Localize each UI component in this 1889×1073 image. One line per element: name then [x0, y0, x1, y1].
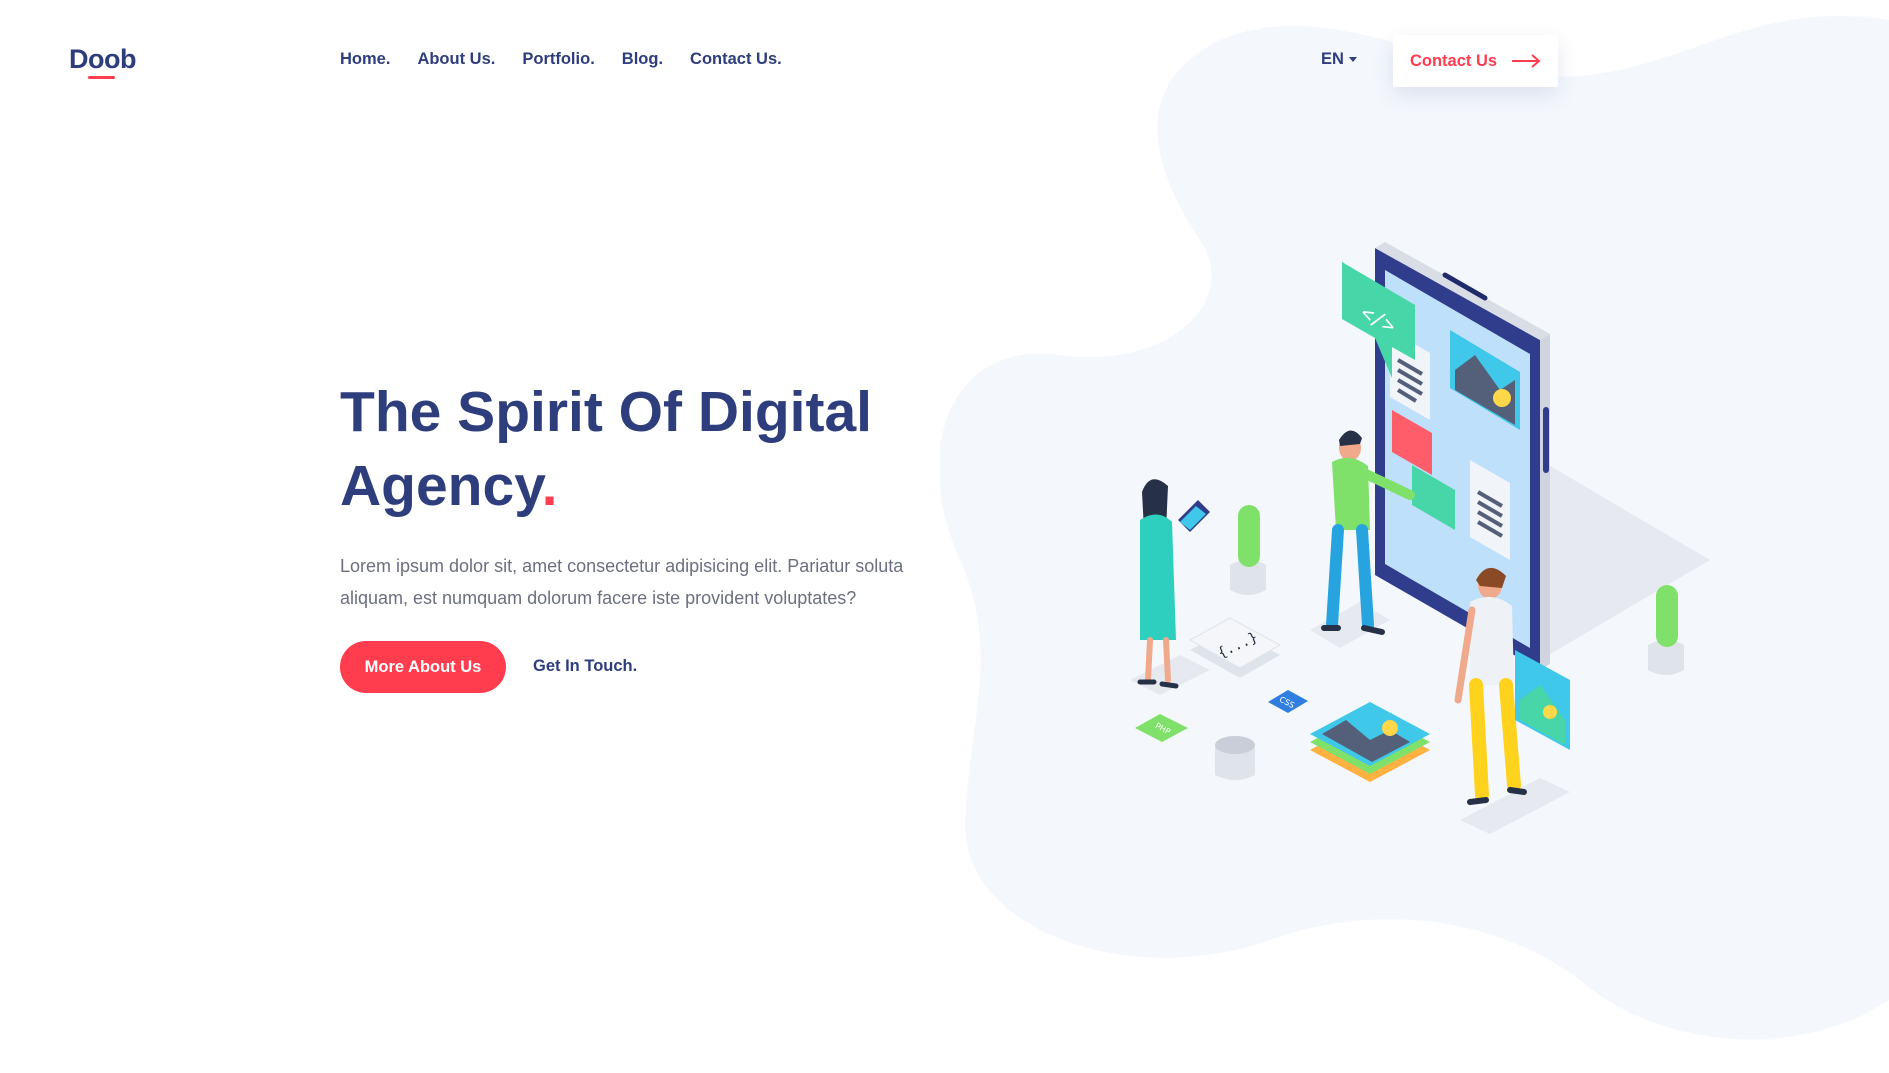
get-in-touch-link[interactable]: Get In Touch.	[533, 657, 637, 676]
cylinder-illustration	[1215, 736, 1255, 780]
more-about-us-button[interactable]: More About Us	[340, 641, 506, 693]
plant-left	[1230, 505, 1266, 595]
site-header: Doob Home. About Us. Portfolio. Blog. Co…	[0, 0, 1889, 122]
css-tag-illustration: CSS	[1268, 690, 1308, 713]
language-label: EN	[1321, 50, 1344, 68]
nav-blog[interactable]: Blog.	[622, 50, 663, 69]
logo[interactable]: Doob	[69, 44, 136, 75]
image-stack-illustration	[1310, 702, 1430, 782]
hero-description: Lorem ipsum dolor sit, amet consectetur …	[340, 556, 904, 608]
logo-underline	[88, 76, 115, 79]
isometric-mobile-app-illustration: </> {...} CSS PHP	[1130, 242, 1710, 834]
person-woman-tablet	[1130, 479, 1210, 695]
nav-portfolio[interactable]: Portfolio.	[522, 50, 594, 69]
arrow-right-icon	[1512, 54, 1541, 68]
plant-right	[1648, 585, 1684, 675]
nav-home[interactable]: Home.	[340, 50, 390, 69]
main-nav: Home. About Us. Portfolio. Blog. Contact…	[340, 50, 782, 69]
nav-about-us[interactable]: About Us.	[417, 50, 495, 69]
nav-contact-us[interactable]: Contact Us.	[690, 50, 782, 69]
header-contact-label: Contact Us	[1409, 51, 1498, 70]
header-contact-button[interactable]: Contact Us	[1393, 35, 1558, 87]
caret-down-icon	[1348, 57, 1357, 62]
php-tag-illustration: PHP	[1135, 714, 1188, 742]
language-selector[interactable]: EN	[1321, 50, 1357, 69]
hero-title: The Spirit Of Digital Agency.	[340, 380, 873, 518]
